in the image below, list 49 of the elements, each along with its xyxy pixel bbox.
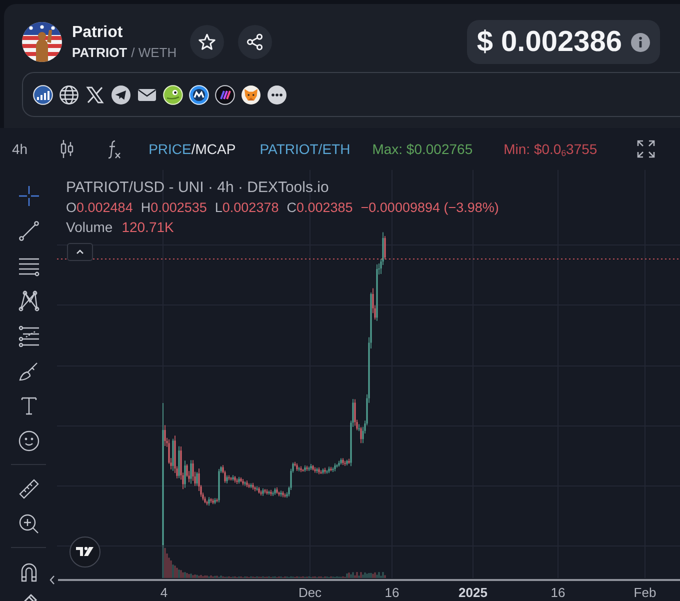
brush-icon[interactable] — [18, 360, 40, 382]
ohlc-readout: O0.002484 H0.002535 L0.002378 C0.002385 −0.00009894 (−3.98%) — [66, 199, 499, 217]
lizard-logo-icon[interactable] — [163, 84, 183, 104]
stripes-logo-icon[interactable] — [215, 84, 235, 104]
price-mode-tab[interactable]: MCAP — [195, 141, 236, 157]
logo-icon[interactable] — [70, 536, 100, 568]
flag-logo-icon — [22, 22, 62, 62]
volume-value: 120.71K — [122, 218, 174, 237]
share-button[interactable] — [238, 25, 272, 59]
globe-icon[interactable] — [59, 84, 79, 104]
token-name: Patriot — [72, 23, 124, 42]
chevron-left-icon[interactable] — [49, 575, 55, 585]
fibonacci-icon[interactable] — [18, 324, 40, 346]
fullscreen-icon[interactable] — [637, 140, 655, 158]
star-icon — [196, 32, 217, 52]
axis-label: Feb — [634, 585, 656, 600]
base-symbol: PATRIOT — [72, 45, 128, 61]
pair-toggle[interactable]: PATRIOT/ETH — [260, 141, 350, 157]
collapse-button[interactable] — [67, 243, 93, 261]
ruler-icon[interactable] — [18, 478, 40, 500]
price-value: $ 0.002386 — [476, 26, 622, 58]
x-logo-icon[interactable] — [85, 84, 105, 104]
zoom-in-icon[interactable] — [18, 512, 40, 534]
axis-label: Dec — [298, 585, 322, 600]
smiley-icon[interactable] — [18, 430, 40, 452]
info-icon[interactable] — [631, 32, 650, 52]
price-mode-tab[interactable]: PRICE — [148, 141, 192, 157]
axis-label: 16 — [550, 585, 566, 600]
more-icon[interactable] — [267, 84, 287, 104]
node-pattern-icon[interactable] — [18, 290, 40, 312]
zigzag-logo-icon[interactable] — [189, 84, 209, 104]
paper-plane-icon[interactable] — [111, 84, 131, 104]
interval-button[interactable]: 4h — [12, 141, 28, 157]
axis-label: 2025 — [458, 585, 488, 600]
max-price: Max: $0.002765 — [372, 141, 473, 157]
min-price: Min: $0.0$_{6}$3755 — [504, 141, 598, 157]
fox-icon[interactable] — [241, 84, 261, 104]
axis-label: 4 — [160, 585, 168, 600]
bar-chart-icon[interactable] — [33, 84, 53, 104]
volume-label: Volume — [66, 218, 113, 237]
chart-title: PATRIOT/USD - UNI · 4h · DEXTools.io — [66, 178, 329, 198]
mode-separator: / — [191, 141, 196, 157]
favorite-button[interactable] — [190, 25, 224, 59]
trend-line-icon[interactable] — [18, 220, 40, 242]
quote-symbol: / WETH — [131, 45, 177, 61]
crosshair-icon[interactable] — [18, 184, 40, 206]
share-icon — [246, 33, 264, 51]
candlestick-icon[interactable] — [60, 138, 74, 160]
axis-label: 16 — [384, 585, 400, 600]
